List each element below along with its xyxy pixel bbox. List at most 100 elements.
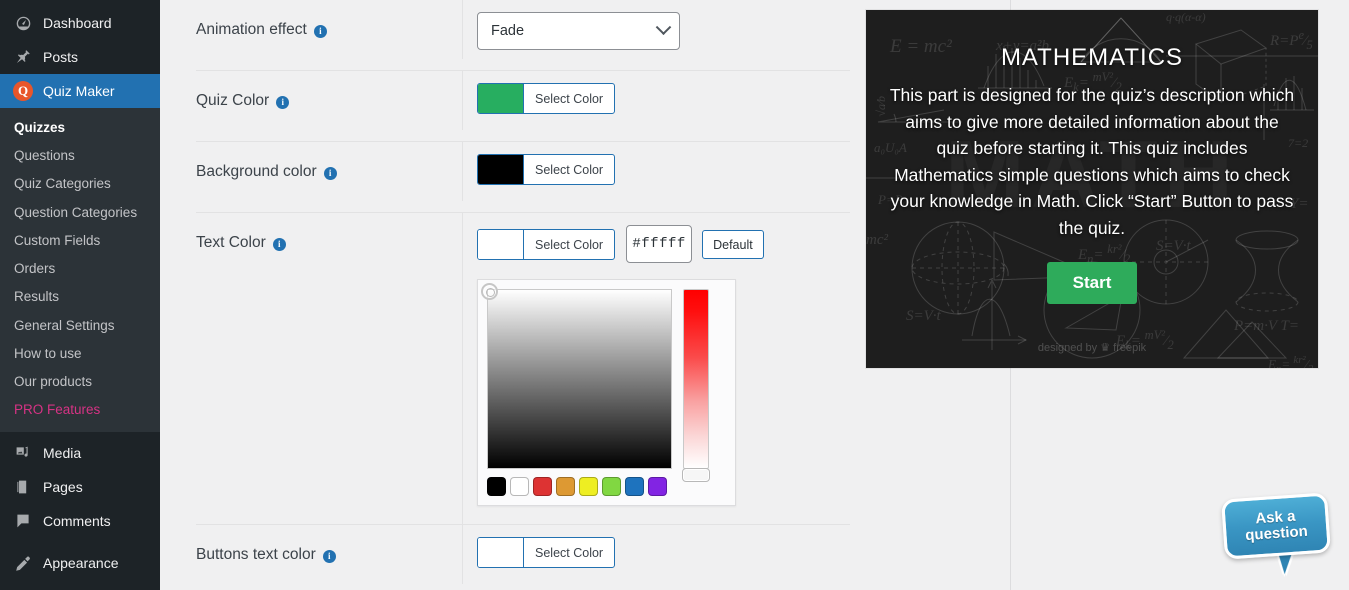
media-icon [12, 443, 34, 463]
select-color-label: Select Color [524, 538, 614, 567]
sidebar-item-media[interactable]: Media [0, 436, 160, 470]
ask-a-question-bubble[interactable]: Ask a question [1221, 492, 1331, 559]
text-color-hex-input[interactable]: #fffff [626, 225, 692, 263]
dashboard-icon [12, 13, 34, 33]
color-picker-handle[interactable] [481, 283, 498, 300]
row-quiz-color: Quiz Color i Select Color [196, 71, 850, 142]
row-text-color: Text Color i Select Color #fffff Default [196, 213, 850, 525]
quiz-preview-content: MATHEMATICS This part is designed for th… [866, 10, 1318, 304]
background-color-select-color-button[interactable]: Select Color [477, 154, 615, 185]
hue-slider[interactable] [683, 289, 709, 469]
quiz-preview-title: MATHEMATICS [888, 44, 1296, 72]
row-animation-effect: Animation effect i Fade [196, 0, 850, 71]
sidebar-item-posts[interactable]: Posts [0, 40, 160, 74]
swatch-orange[interactable] [556, 477, 575, 496]
saturation-value-area[interactable] [487, 289, 672, 469]
info-icon[interactable]: i [314, 25, 327, 38]
quiz-style-settings-form: Animation effect i Fade Quiz Color i [160, 0, 850, 590]
sidebar-item-comments[interactable]: Comments [0, 504, 160, 538]
field-buttons-text-color: Select Color [462, 525, 850, 584]
sidebar-item-quiz-categories[interactable]: Quiz Categories [0, 170, 160, 198]
sidebar-item-pro-features[interactable]: PRO Features [0, 396, 160, 424]
swatch-yellow[interactable] [579, 477, 598, 496]
label-buttons-text-color: Buttons text color i [196, 525, 462, 564]
select-color-label: Select Color [524, 84, 614, 113]
field-text-color: Select Color #fffff Default [462, 213, 850, 524]
color-picker-panel [477, 279, 736, 506]
sidebar-item-appearance[interactable]: Appearance [0, 546, 160, 580]
sidebar-item-label: Pages [43, 479, 83, 495]
sidebar-top-group: Dashboard Posts Q Quiz Maker Quizzes [0, 0, 160, 580]
info-icon[interactable]: i [273, 238, 286, 251]
sidebar-item-label: Posts [43, 49, 78, 65]
ask-line-2: question [1245, 523, 1309, 544]
row-buttons-text-color: Buttons text color i Select Color [196, 525, 850, 590]
text-color-default-button[interactable]: Default [702, 230, 764, 259]
row-background-color: Background color i Select Color [196, 142, 850, 213]
sidebar-item-general-settings[interactable]: General Settings [0, 312, 160, 340]
pages-icon [12, 477, 34, 497]
swatch-blue[interactable] [625, 477, 644, 496]
buttons-text-color-select-color-button[interactable]: Select Color [477, 537, 615, 568]
quiz-preview-card: MATH E = mc² x+y=a²b R=Pe⁄5 √a⁄b Ek= mV²… [866, 10, 1318, 368]
color-picker-left [487, 289, 672, 496]
swatch-black[interactable] [487, 477, 506, 496]
label-background-color: Background color i [196, 142, 462, 181]
buttons-text-color-swatch [478, 538, 524, 567]
info-icon[interactable]: i [276, 96, 289, 109]
swatch-green[interactable] [602, 477, 621, 496]
ask-a-question-widget[interactable]: Ask a question [1223, 496, 1335, 582]
row-label-text: Buttons text color [196, 546, 316, 564]
animation-effect-selected-value: Fade [491, 23, 524, 39]
quiz-maker-logo-letter: Q [18, 84, 28, 97]
text-color-select-color-button[interactable]: Select Color [477, 229, 615, 260]
freepik-watermark: designed by ♛ freepik [1038, 341, 1146, 354]
select-color-label: Select Color [524, 230, 614, 259]
quiz-color-select-color-button[interactable]: Select Color [477, 83, 615, 114]
ask-a-question-label: Ask a question [1244, 508, 1309, 545]
sidebar-item-how-to-use[interactable]: How to use [0, 340, 160, 368]
info-icon[interactable]: i [324, 167, 337, 180]
sidebar-item-questions[interactable]: Questions [0, 142, 160, 170]
sidebar-item-orders[interactable]: Orders [0, 255, 160, 283]
sidebar-item-custom-fields[interactable]: Custom Fields [0, 227, 160, 255]
sidebar-item-our-products[interactable]: Our products [0, 368, 160, 396]
settings-split: Animation effect i Fade Quiz Color i [160, 0, 1349, 590]
sidebar-bottom-group: Media Pages Commen [0, 432, 160, 580]
field-background-color: Select Color [462, 142, 850, 201]
sidebar-divider [0, 538, 160, 546]
hue-slider-handle[interactable] [682, 468, 710, 482]
admin-sidebar: Dashboard Posts Q Quiz Maker Quizzes [0, 0, 160, 590]
sidebar-item-label: Media [43, 445, 81, 461]
sidebar-item-label: Comments [43, 513, 111, 529]
app-root: Dashboard Posts Q Quiz Maker Quizzes [0, 0, 1349, 590]
swatch-red[interactable] [533, 477, 552, 496]
sidebar-item-quiz-maker[interactable]: Q Quiz Maker [0, 74, 160, 108]
row-label-text: Text Color [196, 234, 266, 252]
main-content: Animation effect i Fade Quiz Color i [160, 0, 1349, 590]
quiz-preview-description: This part is designed for the quiz’s des… [888, 82, 1296, 242]
sidebar-item-results[interactable]: Results [0, 283, 160, 311]
sidebar-item-label: Appearance [43, 555, 119, 571]
quiz-maker-submenu: Quizzes Questions Quiz Categories Questi… [0, 108, 160, 432]
text-color-swatch [478, 230, 524, 259]
sidebar-item-pages[interactable]: Pages [0, 470, 160, 504]
label-text-color: Text Color i [196, 213, 462, 252]
animation-effect-select[interactable]: Fade [477, 12, 680, 50]
quiz-color-swatch [478, 84, 524, 113]
quiz-start-button[interactable]: Start [1047, 262, 1138, 304]
label-quiz-color: Quiz Color i [196, 71, 462, 110]
sidebar-item-label: Dashboard [43, 15, 112, 31]
hue-slider-column [681, 289, 711, 496]
color-swatch-row [487, 477, 672, 496]
swatch-purple[interactable] [648, 477, 667, 496]
info-icon[interactable]: i [323, 550, 336, 563]
swatch-white[interactable] [510, 477, 529, 496]
sidebar-item-question-categories[interactable]: Question Categories [0, 199, 160, 227]
background-color-swatch [478, 155, 524, 184]
comments-icon [12, 511, 34, 531]
sidebar-item-quizzes[interactable]: Quizzes [0, 114, 160, 142]
row-label-text: Quiz Color [196, 92, 269, 110]
pin-icon [12, 47, 34, 67]
sidebar-item-dashboard[interactable]: Dashboard [0, 6, 160, 40]
